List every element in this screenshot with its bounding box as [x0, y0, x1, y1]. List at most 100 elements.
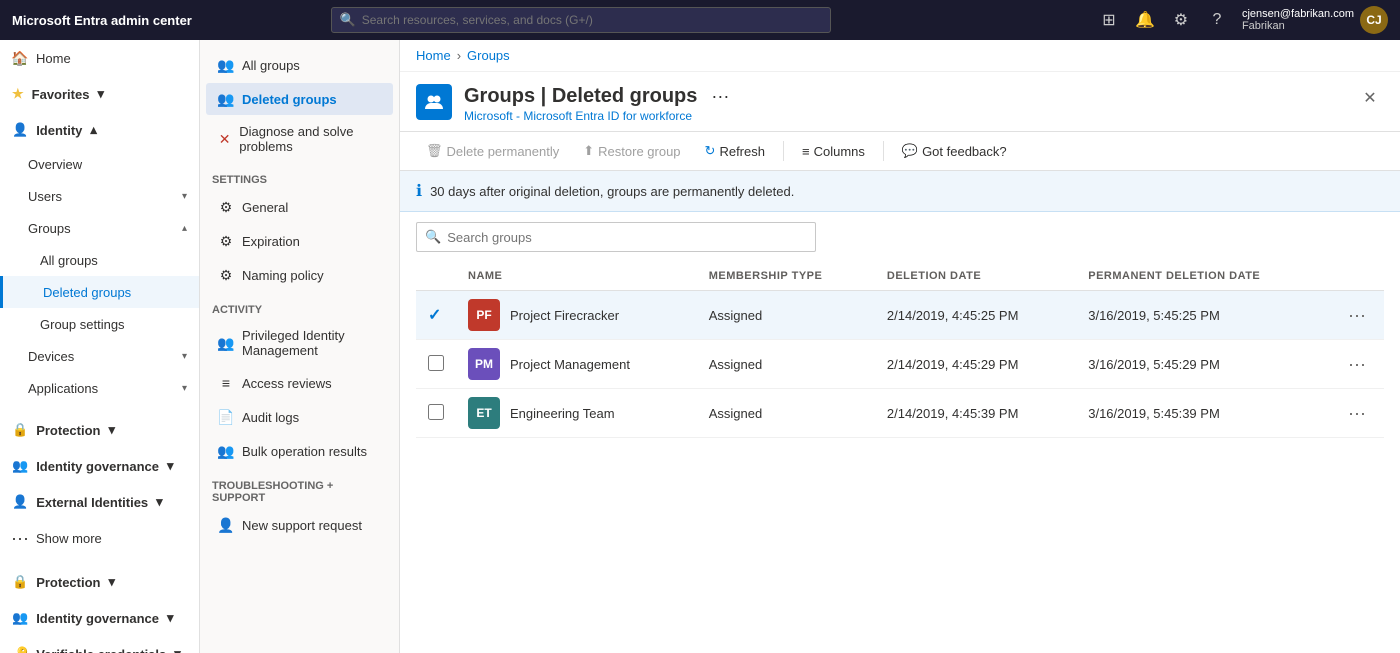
row-more-button[interactable]: ···	[1342, 401, 1372, 426]
sidebar-item-identity-governance[interactable]: 👥 Identity governance ▾	[0, 448, 199, 484]
sec-access-reviews[interactable]: ≡ Access reviews	[206, 367, 393, 399]
group-avatar: PM	[468, 348, 500, 380]
info-message: 30 days after original deletion, groups …	[430, 184, 794, 199]
bulk-ops-label: Bulk operation results	[242, 444, 367, 459]
groups-table: NAME MEMBERSHIP TYPE DELETION DATE PERMA…	[416, 262, 1384, 438]
sec-diagnose[interactable]: ✕ Diagnose and solve problems	[206, 117, 393, 161]
sidebar-item-groups[interactable]: Groups ▴	[0, 212, 199, 244]
user-avatar[interactable]: CJ	[1360, 6, 1388, 34]
sec-pim[interactable]: 👥 Privileged Identity Management	[206, 321, 393, 365]
row-membership-type: Assigned	[697, 340, 875, 389]
group-settings-label: Group settings	[40, 317, 125, 332]
notifications-icon[interactable]: 🔔	[1132, 7, 1158, 33]
header-more-button[interactable]: ···	[705, 84, 735, 109]
expiration-label: Expiration	[242, 234, 300, 249]
sidebar-item-external-identities[interactable]: 👤 External Identities ▾	[0, 484, 199, 520]
sidebar-item-show-more[interactable]: ··· Show more	[0, 520, 199, 556]
page-title: Groups | Deleted groups	[464, 85, 697, 108]
sidebar-item-identity-governance2[interactable]: 👥 Identity governance ▾	[0, 600, 199, 636]
row-avatar-cell: ET Engineering Team	[468, 397, 685, 429]
sidebar-item-deleted-groups[interactable]: Deleted groups	[0, 276, 199, 308]
sidebar-item-group-settings[interactable]: Group settings	[0, 308, 199, 340]
audit-logs-icon: 📄	[218, 409, 234, 426]
page-subtitle[interactable]: Microsoft - Microsoft Entra ID for workf…	[464, 109, 1344, 123]
breadcrumb: Home › Groups	[400, 40, 1400, 72]
sec-deleted-groups[interactable]: 👥 Deleted groups	[206, 83, 393, 115]
sidebar-item-verifiable-credentials[interactable]: 🔑 Verifiable credentials ▾	[0, 636, 199, 653]
row-more-button[interactable]: ···	[1342, 352, 1372, 377]
row-name-cell: PM Project Management	[456, 340, 697, 389]
sidebar-item-favorites[interactable]: ★ Favorites ▾	[0, 76, 199, 112]
sidebar-item-protection2[interactable]: 🔒 Protection ▾	[0, 564, 199, 600]
row-check-cell	[416, 340, 456, 389]
sidebar-item-overview[interactable]: Overview	[0, 148, 199, 180]
breadcrumb-home[interactable]: Home	[416, 48, 451, 63]
page-header-text: Groups | Deleted groups ··· Microsoft - …	[464, 84, 1344, 123]
audit-logs-label: Audit logs	[242, 410, 299, 425]
applications-label: Applications	[28, 381, 98, 396]
row-deletion-date: 2/14/2019, 4:45:29 PM	[875, 340, 1076, 389]
table-row[interactable]: ET Engineering Team Assigned 2/14/2019, …	[416, 389, 1384, 438]
restore-group-button[interactable]: ⬆ Restore group	[573, 138, 690, 164]
row-more-button[interactable]: ···	[1342, 303, 1372, 328]
settings-icon[interactable]: ⚙	[1168, 7, 1194, 33]
protection2-icon: 🔒	[12, 574, 28, 590]
protection-chevron: ▾	[108, 422, 115, 438]
naming-policy-icon: ⚙	[218, 267, 234, 284]
user-profile[interactable]: cjensen@fabrikan.com Fabrikan CJ	[1242, 6, 1388, 34]
row-name-cell: PF Project Firecracker	[456, 291, 697, 340]
sidebar-item-protection[interactable]: 🔒 Protection ▾	[0, 412, 199, 448]
delete-permanently-button[interactable]: 🗑 Delete permanently	[416, 138, 569, 164]
sidebar-item-home[interactable]: 🏠 Home	[0, 40, 199, 76]
help-icon[interactable]: ?	[1204, 7, 1230, 33]
search-input[interactable]	[447, 230, 807, 245]
sidebar-item-devices[interactable]: Devices ▾	[0, 340, 199, 372]
sidebar-item-applications[interactable]: Applications ▾	[0, 372, 199, 404]
diagnose-label: Diagnose and solve problems	[239, 124, 381, 154]
col-name: NAME	[456, 262, 697, 291]
columns-button[interactable]: ≡ Columns	[792, 139, 875, 164]
sec-expiration[interactable]: ⚙ Expiration	[206, 225, 393, 257]
row-permanent-deletion-date: 3/16/2019, 5:45:39 PM	[1076, 389, 1330, 438]
row-check-cell: ✓	[416, 291, 456, 340]
groups-chevron: ▴	[182, 223, 187, 234]
app-brand: Microsoft Entra admin center	[12, 13, 192, 28]
sidebar-item-users[interactable]: Users ▾	[0, 180, 199, 212]
row-checkbox[interactable]	[428, 404, 444, 420]
global-search-input[interactable]	[362, 13, 822, 27]
page-close-button[interactable]: ✕	[1356, 84, 1384, 112]
sec-new-support[interactable]: 👤 New support request	[206, 509, 393, 541]
refresh-button[interactable]: ↻ Refresh	[695, 138, 775, 164]
protection-icon: 🔒	[12, 422, 28, 438]
overview-label: Overview	[28, 157, 82, 172]
deleted-groups-label: Deleted groups	[242, 92, 337, 107]
table-row[interactable]: ✓ PF Project Firecracker Assigned 2/14/2…	[416, 291, 1384, 340]
page-header-actions: ✕	[1356, 84, 1384, 112]
groups-header-icon	[424, 92, 444, 112]
global-search[interactable]: 🔍	[331, 7, 831, 33]
row-avatar-cell: PM Project Management	[468, 348, 685, 380]
sec-bulk-ops[interactable]: 👥 Bulk operation results	[206, 435, 393, 467]
row-name-cell: ET Engineering Team	[456, 389, 697, 438]
table-row[interactable]: PM Project Management Assigned 2/14/2019…	[416, 340, 1384, 389]
troubleshooting-section-label: Troubleshooting + Support	[200, 468, 399, 508]
refresh-icon: ↻	[705, 143, 716, 159]
user-org: Fabrikan	[1242, 20, 1354, 32]
ext-chevron: ▾	[156, 494, 163, 510]
portal-icon[interactable]: ⊞	[1096, 7, 1122, 33]
sec-naming-policy[interactable]: ⚙ Naming policy	[206, 259, 393, 291]
sec-audit-logs[interactable]: 📄 Audit logs	[206, 401, 393, 433]
breadcrumb-groups[interactable]: Groups	[467, 48, 510, 63]
page-header: Groups | Deleted groups ··· Microsoft - …	[400, 72, 1400, 132]
general-label: General	[242, 200, 288, 215]
feedback-button[interactable]: 💬 Got feedback?	[892, 138, 1017, 164]
row-checkbox[interactable]	[428, 355, 444, 371]
restore-group-label: Restore group	[598, 144, 680, 159]
deleted-groups-label: Deleted groups	[43, 285, 131, 300]
row-deletion-date: 2/14/2019, 4:45:25 PM	[875, 291, 1076, 340]
sec-general[interactable]: ⚙ General	[206, 191, 393, 223]
sidebar-item-all-groups[interactable]: All groups	[0, 244, 199, 276]
toolbar-separator	[783, 141, 784, 161]
sidebar-item-identity[interactable]: 👤 Identity ▴	[0, 112, 199, 148]
sec-all-groups[interactable]: 👥 All groups	[206, 49, 393, 81]
